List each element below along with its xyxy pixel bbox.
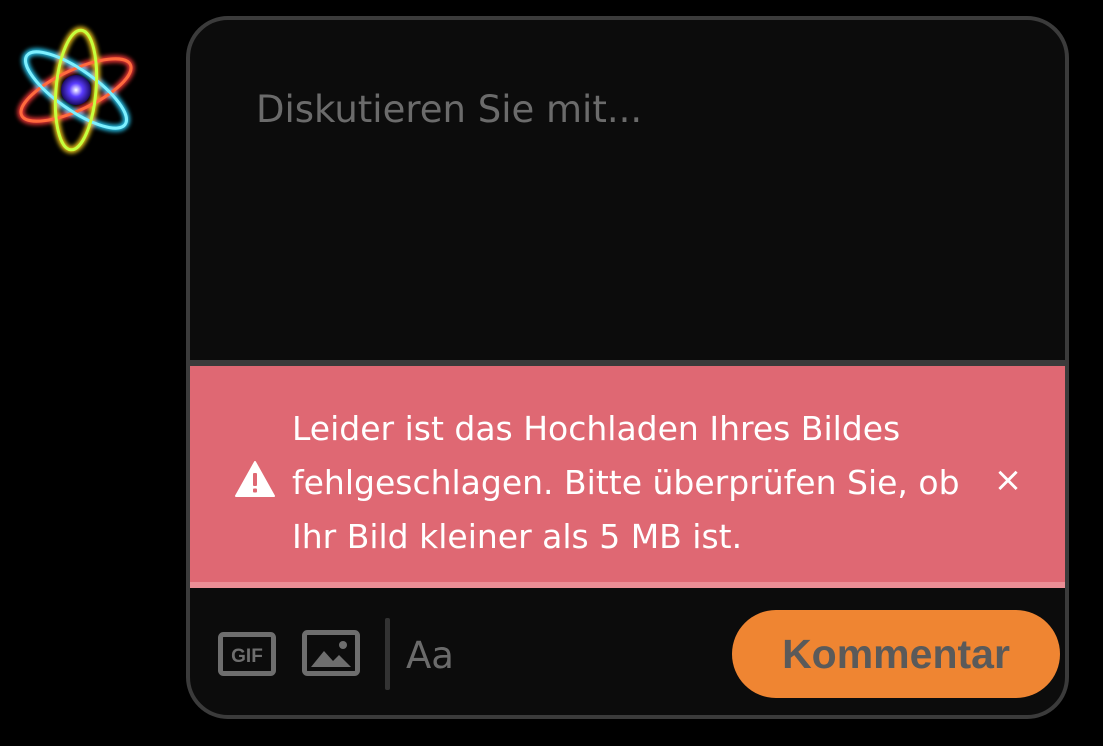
composer-toolbar: GIF Aa Kommentar: [190, 594, 1065, 715]
atom-icon: [17, 26, 135, 154]
image-icon: [302, 630, 360, 676]
comment-composer: Leider ist das Hochladen Ihres Bildes fe…: [186, 16, 1069, 719]
warning-icon: [235, 461, 275, 497]
submit-comment-button[interactable]: Kommentar: [732, 610, 1060, 698]
gif-label: GIF: [231, 646, 263, 667]
error-line-3: Ihr Bild kleiner als 5 MB ist.: [292, 517, 743, 556]
comment-input[interactable]: [190, 20, 1065, 360]
close-icon[interactable]: ×: [988, 460, 1028, 500]
error-line-2: fehlgeschlagen. Bitte überprüfen Sie, ob: [292, 463, 960, 502]
avatar[interactable]: [4, 20, 148, 160]
toolbar-divider: [385, 618, 390, 690]
upload-error-banner: Leider ist das Hochladen Ihres Bildes fe…: [190, 366, 1065, 588]
gif-icon: GIF: [218, 632, 276, 676]
gif-button[interactable]: GIF: [218, 632, 276, 676]
image-upload-button[interactable]: [302, 630, 360, 676]
text-format-button[interactable]: Aa: [406, 634, 454, 678]
error-message: Leider ist das Hochladen Ihres Bildes fe…: [292, 402, 992, 564]
error-line-1: Leider ist das Hochladen Ihres Bildes: [292, 409, 901, 448]
